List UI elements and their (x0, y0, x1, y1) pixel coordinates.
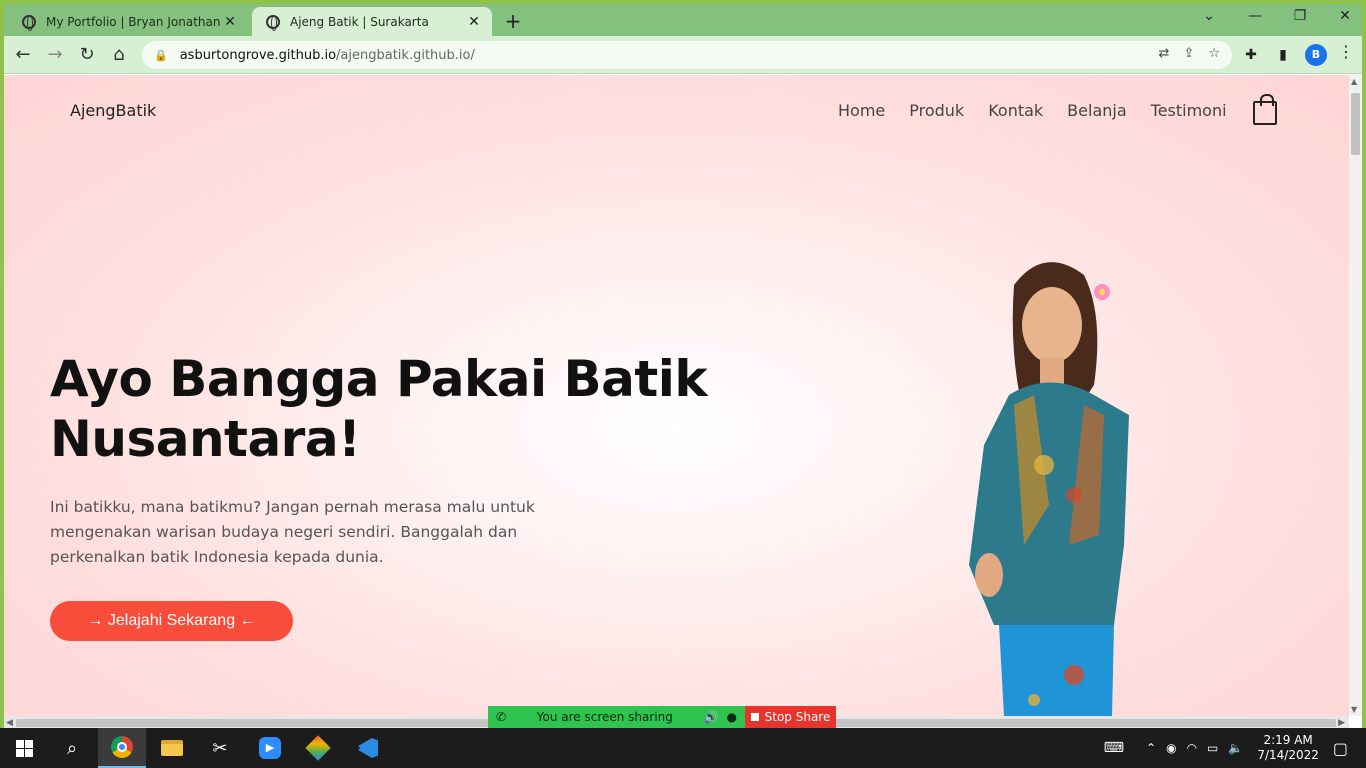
scroll-down-arrow-icon[interactable]: ▼ (1351, 705, 1357, 714)
zoom-icon: ▶ (259, 737, 281, 759)
taskbar: ⌕ ✂ ▶ ⌨ ⌃ ◉ ◠ ▭ 🔈 2:19 AM 7/14/2022 ▢ (0, 728, 1366, 768)
close-window-button[interactable]: ✕ (1330, 8, 1360, 24)
chrome-icon (111, 736, 133, 758)
home-button[interactable]: ⌂ (106, 42, 132, 68)
nav-kontak[interactable]: Kontak (988, 101, 1043, 120)
share-status: ✆ You are screen sharing 🔊 ● (488, 706, 745, 728)
new-tab-button[interactable]: + (502, 9, 524, 33)
audio-icon[interactable]: 🔊 (704, 710, 719, 724)
browser-window: My Portfolio | Bryan Jonathan ✕ Ajeng Ba… (0, 0, 1366, 768)
clock[interactable]: 2:19 AM 7/14/2022 (1257, 733, 1319, 763)
forward-button[interactable]: → (42, 42, 68, 68)
clock-date: 7/14/2022 (1257, 748, 1319, 762)
restore-button[interactable]: ❐ (1285, 8, 1315, 24)
url-host: asburtongrove.github.io (179, 47, 337, 63)
browser-toolbar: ← → ↻ ⌂ 🔒 asburtongrove.github.io/ajengb… (4, 36, 1362, 74)
taskbar-zoom[interactable]: ▶ (246, 728, 294, 768)
tab-search-icon[interactable]: ⌄ (1194, 8, 1224, 24)
meet-now-icon[interactable]: ◉ (1166, 741, 1176, 755)
side-panel-icon[interactable]: ▮ (1272, 44, 1294, 66)
nav-belanja[interactable]: Belanja (1067, 101, 1126, 120)
profile-avatar[interactable]: B (1305, 44, 1327, 66)
start-button[interactable] (0, 728, 48, 768)
url-path: /ajengbatik.github.io/ (336, 47, 475, 63)
system-tray: ⌨ ⌃ ◉ ◠ ▭ 🔈 2:19 AM 7/14/2022 ▢ (1104, 728, 1366, 768)
address-bar[interactable]: 🔒 asburtongrove.github.io/ajengbatik.git… (142, 41, 1232, 69)
stop-share-button[interactable]: Stop Share (745, 706, 836, 728)
vertical-scroll-thumb[interactable] (1351, 93, 1360, 155)
lock-icon: 🔒 (154, 48, 168, 62)
tab-portfolio[interactable]: My Portfolio | Bryan Jonathan ✕ (8, 7, 248, 36)
back-button[interactable]: ← (10, 42, 36, 68)
share-icon[interactable]: ⇪ (1183, 46, 1194, 61)
globe-icon (266, 14, 280, 31)
extensions-icon[interactable]: ✚ (1240, 44, 1262, 66)
translate-icon[interactable]: ⇄ (1159, 46, 1170, 61)
folder-icon (161, 740, 183, 756)
close-tab-icon[interactable]: ✕ (466, 14, 482, 30)
tab-ajeng-batik[interactable]: Ajeng Batik | Surakarta ✕ (252, 7, 492, 36)
battery-icon[interactable]: ▭ (1207, 741, 1218, 755)
site-nav: Home Produk Kontak Belanja Testimoni (838, 101, 1227, 120)
stop-icon (750, 713, 759, 721)
scissors-icon: ✂ (212, 737, 228, 759)
taskbar-vscode[interactable] (344, 728, 392, 768)
nav-home[interactable]: Home (838, 101, 885, 120)
vscode-icon (358, 738, 378, 758)
batik-model-image (969, 262, 1129, 716)
menu-kebab-icon[interactable]: ⋮ (1338, 42, 1354, 61)
vertical-scrollbar[interactable]: ▲ ▼ (1349, 75, 1362, 716)
stop-share-label: Stop Share (764, 710, 831, 724)
hero-text: Ini batikku, mana batikmu? Jangan pernah… (50, 498, 535, 566)
wifi-icon[interactable]: ◠ (1187, 741, 1197, 755)
search-icon: ⌕ (66, 737, 78, 759)
shield-icon: ● (726, 710, 737, 724)
taskbar-git[interactable] (294, 728, 342, 768)
page-viewport: AjengBatik Home Produk Kontak Belanja Te… (4, 75, 1349, 716)
chevron-up-icon[interactable]: ⌃ (1146, 741, 1156, 755)
nav-produk[interactable]: Produk (909, 101, 964, 120)
search-button[interactable]: ⌕ (48, 728, 96, 768)
site-brand[interactable]: AjengBatik (70, 101, 156, 120)
globe-icon (22, 14, 36, 31)
git-icon (305, 735, 331, 761)
phone-icon: ✆ (496, 710, 507, 724)
volume-icon[interactable]: 🔈 (1228, 741, 1243, 755)
nav-testimoni[interactable]: Testimoni (1151, 101, 1227, 120)
taskbar-file-explorer[interactable] (148, 728, 196, 768)
close-tab-icon[interactable]: ✕ (222, 14, 238, 30)
tab-title: My Portfolio | Bryan Jonathan (46, 14, 221, 29)
explore-now-button[interactable]: → Jelajahi Sekarang ← (50, 601, 293, 641)
tab-title: Ajeng Batik | Surakarta (290, 14, 429, 29)
share-message: You are screen sharing (536, 710, 673, 724)
scroll-up-arrow-icon[interactable]: ▲ (1351, 77, 1357, 86)
windows-logo-icon (15, 739, 33, 757)
notifications-icon[interactable]: ▢ (1333, 739, 1348, 758)
keyboard-icon[interactable]: ⌨ (1104, 740, 1124, 756)
hero-title: Ayo Bangga Pakai Batik Nusantara! (50, 350, 708, 468)
clock-time: 2:19 AM (1263, 733, 1313, 747)
reload-button[interactable]: ↻ (74, 42, 100, 68)
minimize-button[interactable]: — (1240, 8, 1270, 24)
taskbar-chrome[interactable] (98, 728, 146, 768)
bookmark-star-icon[interactable]: ☆ (1208, 46, 1220, 61)
taskbar-snipping-tool[interactable]: ✂ (196, 728, 244, 768)
screen-share-banner: ✆ You are screen sharing 🔊 ● Stop Share (488, 706, 836, 728)
shopping-bag-icon[interactable] (1253, 94, 1277, 125)
tab-strip: My Portfolio | Bryan Jonathan ✕ Ajeng Ba… (4, 4, 1362, 36)
